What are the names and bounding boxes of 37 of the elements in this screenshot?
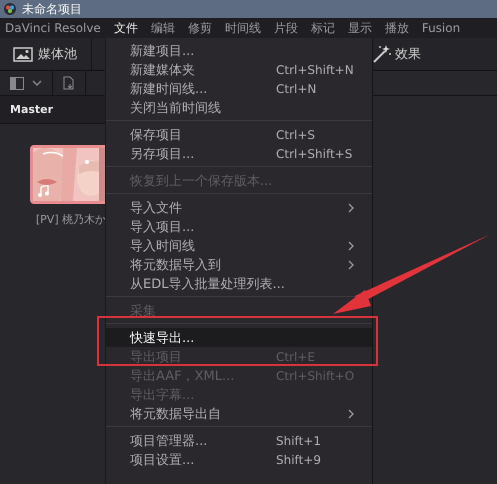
menu-item[interactable]: 快速导出... <box>106 328 372 347</box>
menu-item[interactable]: 新建项目... <box>106 41 372 60</box>
clip-name: [PV] 桃乃木か <box>36 212 106 227</box>
menu-bar-item[interactable]: 文件 <box>114 20 138 36</box>
menu-bar-item[interactable]: 显示 <box>348 20 372 36</box>
menu-item[interactable]: 新建时间线... Ctrl+N <box>106 79 372 98</box>
menu-bar-item[interactable]: 播放 <box>384 20 409 36</box>
menu-item[interactable]: 新建媒体夹 Ctrl+Shift+N <box>106 60 372 79</box>
menu-item[interactable]: 将元数据导入到 <box>106 255 372 274</box>
import-file-icon[interactable] <box>63 76 75 90</box>
menu-item[interactable]: 从EDL导入批量处理列表... <box>106 274 372 293</box>
menu-bar-item[interactable]: 修剪 <box>188 20 212 36</box>
image-icon <box>13 46 33 62</box>
menu-bar-item[interactable]: Fusion <box>422 21 460 35</box>
menu-bar-item[interactable]: 编辑 <box>150 20 175 36</box>
menu-item[interactable]: 另存项目... Ctrl+Shift+S <box>106 144 372 163</box>
menu-item[interactable]: 关闭当前时间线 <box>106 98 372 117</box>
menu-item[interactable]: 保存项目 Ctrl+S <box>106 125 372 144</box>
menu-bar-item[interactable]: DaVinci Resolve <box>5 21 101 35</box>
effects-button[interactable]: 效果 <box>372 44 421 64</box>
menu-bar-item[interactable]: 时间线 <box>224 20 261 36</box>
menu-bar-item[interactable]: 标记 <box>310 20 335 36</box>
music-note-icon <box>37 185 49 197</box>
menu-item[interactable]: 导入时间线 <box>106 236 372 255</box>
menu-item[interactable]: 导入项目... <box>106 217 372 236</box>
menu-item[interactable]: 项目设置... Shift+9 <box>106 450 372 469</box>
window-title: 未命名项目 <box>22 0 82 18</box>
app-logo-icon <box>4 3 16 15</box>
menu-item[interactable]: 将元数据导出自 <box>106 404 372 423</box>
chevron-down-icon[interactable] <box>32 80 42 86</box>
panel-toggle-icon[interactable] <box>10 76 24 90</box>
menu-bar-item[interactable]: 片段 <box>274 20 298 36</box>
magic-wand-icon <box>372 44 392 64</box>
media-pool-button[interactable]: 媒体池 <box>0 38 92 70</box>
bin-header: Master <box>0 96 105 124</box>
menu-item[interactable]: 导入文件 <box>106 198 372 217</box>
menu-item[interactable]: 项目管理器... Shift+1 <box>106 431 372 450</box>
